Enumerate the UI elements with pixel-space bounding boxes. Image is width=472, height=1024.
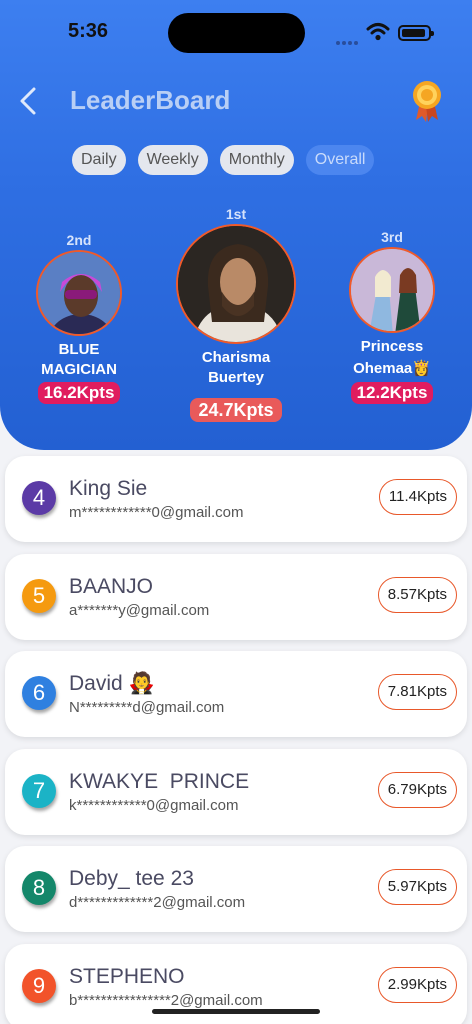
- page-title: LeaderBoard: [70, 85, 231, 115]
- points-pill: 7.81Kpts: [377, 674, 457, 710]
- status-time: 5:36: [68, 20, 109, 42]
- podium-second[interactable]: 2nd BLUE MAGICIAN 16.2Kpts: [30, 232, 128, 404]
- home-indicator[interactable]: [152, 1009, 320, 1014]
- player-email: k************0@gmail.com: [69, 796, 239, 814]
- rank-badge: 4: [22, 481, 56, 515]
- list-item[interactable]: 8 Deby_ tee 23 d*************2@gmail.com…: [5, 846, 467, 932]
- time-filter-tabs: Daily Weekly Monthly Overall: [72, 145, 375, 175]
- player-name: King Sie: [69, 477, 148, 500]
- points-pill: 2.99Kpts: [377, 966, 457, 1003]
- battery-icon: [398, 25, 434, 41]
- player-email: a*******y@gmail.com: [69, 601, 210, 619]
- podium-first[interactable]: 1st Charisma Buertey 24.7Kpts: [168, 206, 304, 422]
- back-arrow-icon[interactable]: [14, 86, 44, 116]
- rank-label: 1st: [225, 206, 247, 222]
- avatar: [176, 224, 296, 344]
- avatar-image: [38, 252, 120, 334]
- leaderboard-list: 4 King Sie m************0@gmail.com 11.4…: [5, 456, 467, 1024]
- tab-daily[interactable]: Daily: [72, 145, 126, 175]
- rank-badge: 8: [22, 871, 56, 905]
- tab-weekly[interactable]: Weekly: [137, 145, 208, 175]
- podium-name: Princess Ohemaa👸: [353, 338, 431, 377]
- avatar: [349, 247, 435, 333]
- points-badge: 12.2Kpts: [350, 382, 434, 404]
- player-name: BAANJO: [69, 574, 154, 598]
- podium-name: Charisma Buertey: [201, 349, 271, 386]
- dynamic-island: [168, 13, 305, 53]
- list-item[interactable]: 6 David 🧛 N*********d@gmail.com 7.81Kpts: [5, 651, 467, 737]
- rank-label: 3rd: [381, 229, 403, 245]
- rank-label: 2nd: [66, 232, 92, 248]
- list-item[interactable]: 7 KWAKYE PRINCE k************0@gmail.com…: [5, 748, 467, 835]
- avatar-image: [178, 226, 294, 342]
- list-item[interactable]: 5 BAANJO a*******y@gmail.com 8.57Kpts: [5, 553, 467, 640]
- avatar: [36, 250, 122, 336]
- player-name: David 🧛: [69, 672, 155, 695]
- player-name: STEPHENO: [69, 964, 185, 988]
- player-name: KWAKYE PRINCE: [69, 769, 250, 793]
- player-email: d*************2@gmail.com: [69, 894, 246, 911]
- rank-badge: 9: [22, 968, 56, 1003]
- tab-monthly[interactable]: Monthly: [219, 145, 294, 175]
- wifi-icon: [366, 23, 390, 41]
- header-panel: 5:36 LeaderBoard Daily Weekly Monthly Ov…: [0, 0, 472, 450]
- podium-third[interactable]: 3rd Princess Ohemaa👸 12.2Kpts: [344, 229, 440, 404]
- status-bar: 5:36: [0, 0, 472, 60]
- points-pill: 11.4Kpts: [378, 479, 457, 515]
- points-badge: 16.2Kpts: [37, 382, 121, 404]
- rank-badge: 6: [22, 676, 56, 710]
- player-email: b****************2@gmail.com: [69, 991, 263, 1009]
- points-pill: 6.79Kpts: [377, 771, 457, 808]
- list-item[interactable]: 4 King Sie m************0@gmail.com 11.4…: [5, 456, 467, 542]
- podium-name: BLUE MAGICIAN: [41, 341, 117, 378]
- points-pill: 5.97Kpts: [377, 869, 457, 905]
- rank-badge: 7: [22, 773, 56, 808]
- medal-icon[interactable]: [410, 78, 444, 124]
- points-pill: 8.57Kpts: [377, 576, 457, 613]
- points-badge: 24.7Kpts: [190, 398, 282, 422]
- avatar-image: [351, 249, 433, 331]
- player-email: m************0@gmail.com: [69, 504, 244, 521]
- rank-badge: 5: [22, 578, 56, 613]
- player-name: Deby_ tee 23: [69, 867, 194, 890]
- player-email: N*********d@gmail.com: [69, 699, 225, 716]
- tab-overall[interactable]: Overall: [305, 145, 375, 175]
- signal-icon: [336, 32, 360, 50]
